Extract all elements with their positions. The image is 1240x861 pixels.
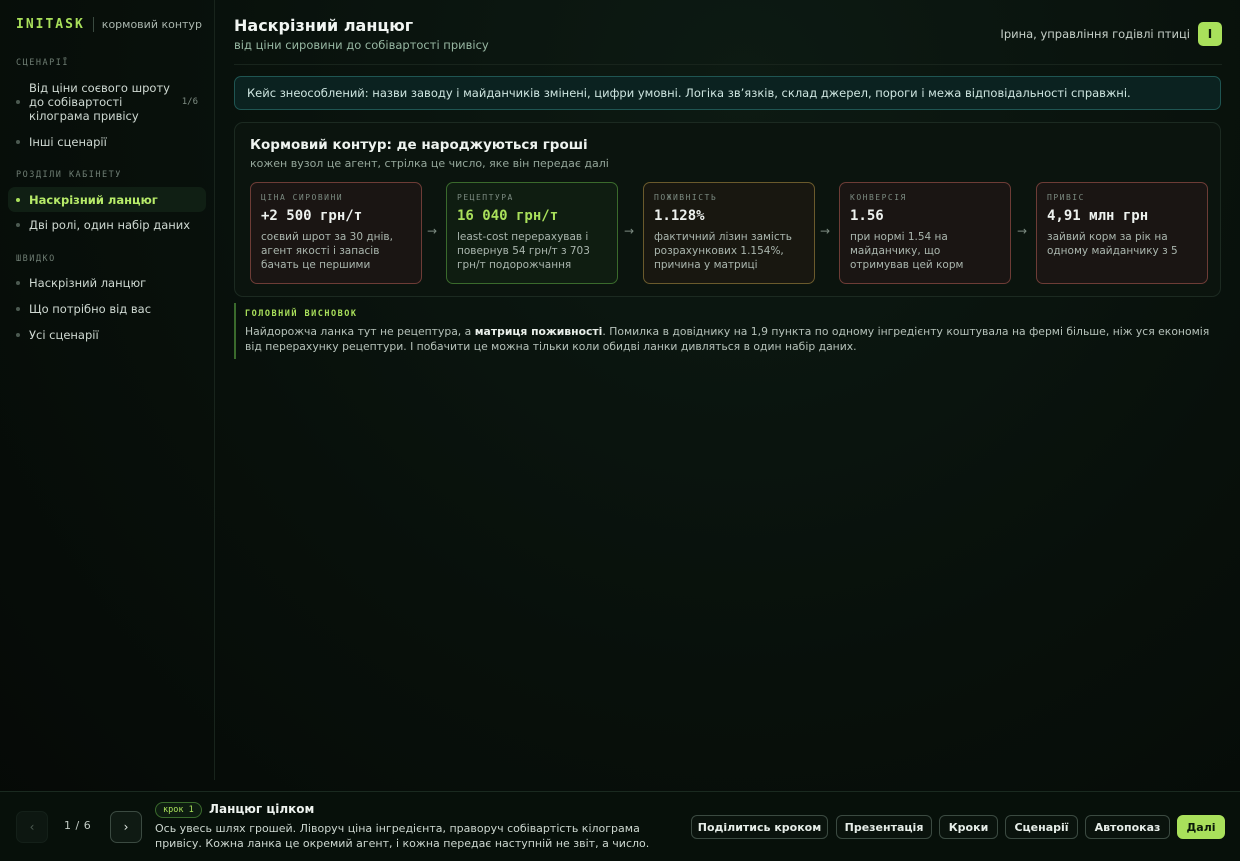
sidebar-item-other-scenarios[interactable]: Інші сценарії: [8, 131, 206, 153]
node-description: фактичний лізин замість розрахункових 1.…: [654, 231, 792, 271]
feed-chain-panel: Кормовий контур: де народжуються гроші к…: [234, 122, 1221, 297]
app-window: INITASK кормовий контур СЦЕНАРІЇ Від цін…: [0, 0, 1240, 861]
steps-button[interactable]: Кроки: [939, 815, 998, 839]
sidebar: INITASK кормовий контур СЦЕНАРІЇ Від цін…: [0, 0, 215, 780]
brand: INITASK кормовий контур: [16, 17, 202, 32]
step-title: Ланцюг цілком: [209, 802, 315, 816]
user-name: Ірина, управління годівлі птиці: [1000, 27, 1190, 41]
conclusion-text-emphasis: матриця поживності: [474, 325, 603, 338]
sidebar-item-end-to-end-chain[interactable]: Наскрізний ланцюг: [8, 187, 206, 212]
chevron-right-icon: ›: [123, 820, 129, 834]
arrow-right-icon: →: [1017, 224, 1028, 238]
node-description: зайвий корм за рік на одному майданчику …: [1047, 231, 1178, 257]
node-recipe[interactable]: РЕЦЕПТУРА 16 040 грн/т least-cost перера…: [446, 182, 618, 284]
node-value: +2 500 грн/т: [261, 208, 363, 224]
bullet-icon: [16, 333, 20, 337]
previous-step-button[interactable]: ‹: [16, 811, 48, 843]
panel-title: Кормовий контур: де народжуються гроші: [250, 137, 588, 153]
section-title-quick: ШВИДКО: [16, 254, 56, 264]
sidebar-item-quick-chain[interactable]: Наскрізний ланцюг: [8, 272, 206, 294]
conclusion-text: Найдорожча ланка тут не рецептура, а мат…: [245, 324, 1221, 354]
node-value: 4,91 млн грн: [1047, 208, 1149, 224]
node-weight-gain[interactable]: ПРИВІС 4,91 млн грн зайвий корм за рік н…: [1036, 182, 1208, 284]
bullet-icon: [16, 223, 20, 227]
bullet-icon: [16, 100, 20, 104]
header-divider: [234, 64, 1222, 65]
node-conversion[interactable]: КОНВЕРСІЯ 1.56 при нормі 1.54 на майданч…: [839, 182, 1011, 284]
bullet-icon: [16, 140, 20, 144]
scenario-count: 1/6: [181, 97, 198, 107]
page-subtitle: від ціни сировини до собівартості привіс…: [234, 38, 489, 52]
sidebar-item-label: Від ціни соєвого шроту до собівартості к…: [29, 81, 170, 123]
node-description: при нормі 1.54 на майданчику, що отримув…: [850, 231, 964, 271]
sidebar-item-label: Наскрізний ланцюг: [29, 276, 147, 290]
sidebar-item-what-we-need[interactable]: Що потрібно від вас: [8, 298, 206, 320]
panel-subtitle: кожен вузол це агент, стрілка це число, …: [250, 157, 609, 170]
node-value: 16 040 грн/т: [457, 208, 559, 224]
brand-divider: [92, 17, 94, 32]
brand-logo[interactable]: INITASK: [16, 17, 85, 32]
avatar[interactable]: І: [1198, 22, 1222, 46]
sidebar-item-all-scenarios[interactable]: Усі сценарії: [8, 324, 206, 346]
step-description: Ось увесь шлях грошей. Ліворуч ціна інгр…: [155, 822, 650, 850]
bullet-icon: [16, 281, 20, 285]
step-counter: 1 / 6: [64, 819, 92, 832]
section-title-cabinet: РОЗДІЛИ КАБІНЕТУ: [16, 170, 122, 180]
bullet-icon: [16, 307, 20, 311]
node-description: соєвий шрот за 30 днів, агент якості і з…: [261, 231, 393, 271]
arrow-right-icon: →: [427, 224, 438, 238]
node-value: 1.128%: [654, 208, 705, 224]
node-label: ЦІНА СИРОВИНИ: [261, 193, 344, 202]
presentation-button[interactable]: Презентація: [836, 815, 932, 839]
node-label: ПОЖИВНІСТЬ: [654, 193, 718, 202]
node-value: 1.56: [850, 208, 884, 224]
user-menu[interactable]: Ірина, управління годівлі птиці І: [1000, 22, 1222, 46]
node-nutrition[interactable]: ПОЖИВНІСТЬ 1.128% фактичний лізин заміст…: [643, 182, 815, 284]
arrow-right-icon: →: [820, 224, 831, 238]
sidebar-item-two-roles[interactable]: Дві ролі, один набір даних: [8, 214, 206, 236]
sidebar-item-scenario-current[interactable]: Від ціни соєвого шроту до собівартості к…: [8, 79, 206, 125]
brand-subtitle: кормовий контур: [101, 18, 202, 31]
step-badge: крок 1: [155, 802, 202, 818]
node-label: ПРИВІС: [1047, 193, 1085, 202]
conclusion-label: ГОЛОВНИЙ ВИСНОВОК: [245, 309, 358, 319]
conclusion-text-start: Найдорожча ланка тут не рецептура, а: [245, 325, 475, 338]
arrow-right-icon: →: [624, 224, 635, 238]
sidebar-item-label: Наскрізний ланцюг: [29, 192, 158, 207]
sidebar-item-label: Дві ролі, один набір даних: [29, 218, 191, 232]
autoplay-button[interactable]: Автопоказ: [1085, 815, 1170, 839]
node-label: РЕЦЕПТУРА: [457, 193, 514, 202]
sidebar-item-label: Інші сценарії: [29, 135, 107, 149]
share-step-button[interactable]: Поділитись кроком: [691, 815, 828, 839]
node-raw-material-price[interactable]: ЦІНА СИРОВИНИ +2 500 грн/т соєвий шрот з…: [250, 182, 422, 284]
main-conclusion: ГОЛОВНИЙ ВИСНОВОК Найдорожча ланка тут н…: [234, 303, 1221, 359]
anonymization-notice: Кейс знеособлений: назви заводу і майдан…: [234, 76, 1221, 110]
scenarios-button[interactable]: Сценарії: [1005, 815, 1078, 839]
section-title-scenarios: СЦЕНАРІЇ: [16, 58, 69, 68]
next-button[interactable]: Далі: [1177, 815, 1225, 839]
step-navigation-bar: ‹ 1 / 6 › крок 1 Ланцюг цілком Ось увесь…: [0, 791, 1240, 861]
bullet-icon: [16, 197, 20, 202]
chevron-left-icon: ‹: [29, 820, 35, 834]
sidebar-item-label: Що потрібно від вас: [29, 302, 152, 316]
next-step-arrow-button[interactable]: ›: [110, 811, 142, 843]
node-label: КОНВЕРСІЯ: [850, 193, 907, 202]
sidebar-item-label: Усі сценарії: [29, 328, 99, 342]
page-title: Наскрізний ланцюг: [234, 16, 414, 35]
node-description: least-cost перерахував і повернув 54 грн…: [457, 231, 590, 271]
